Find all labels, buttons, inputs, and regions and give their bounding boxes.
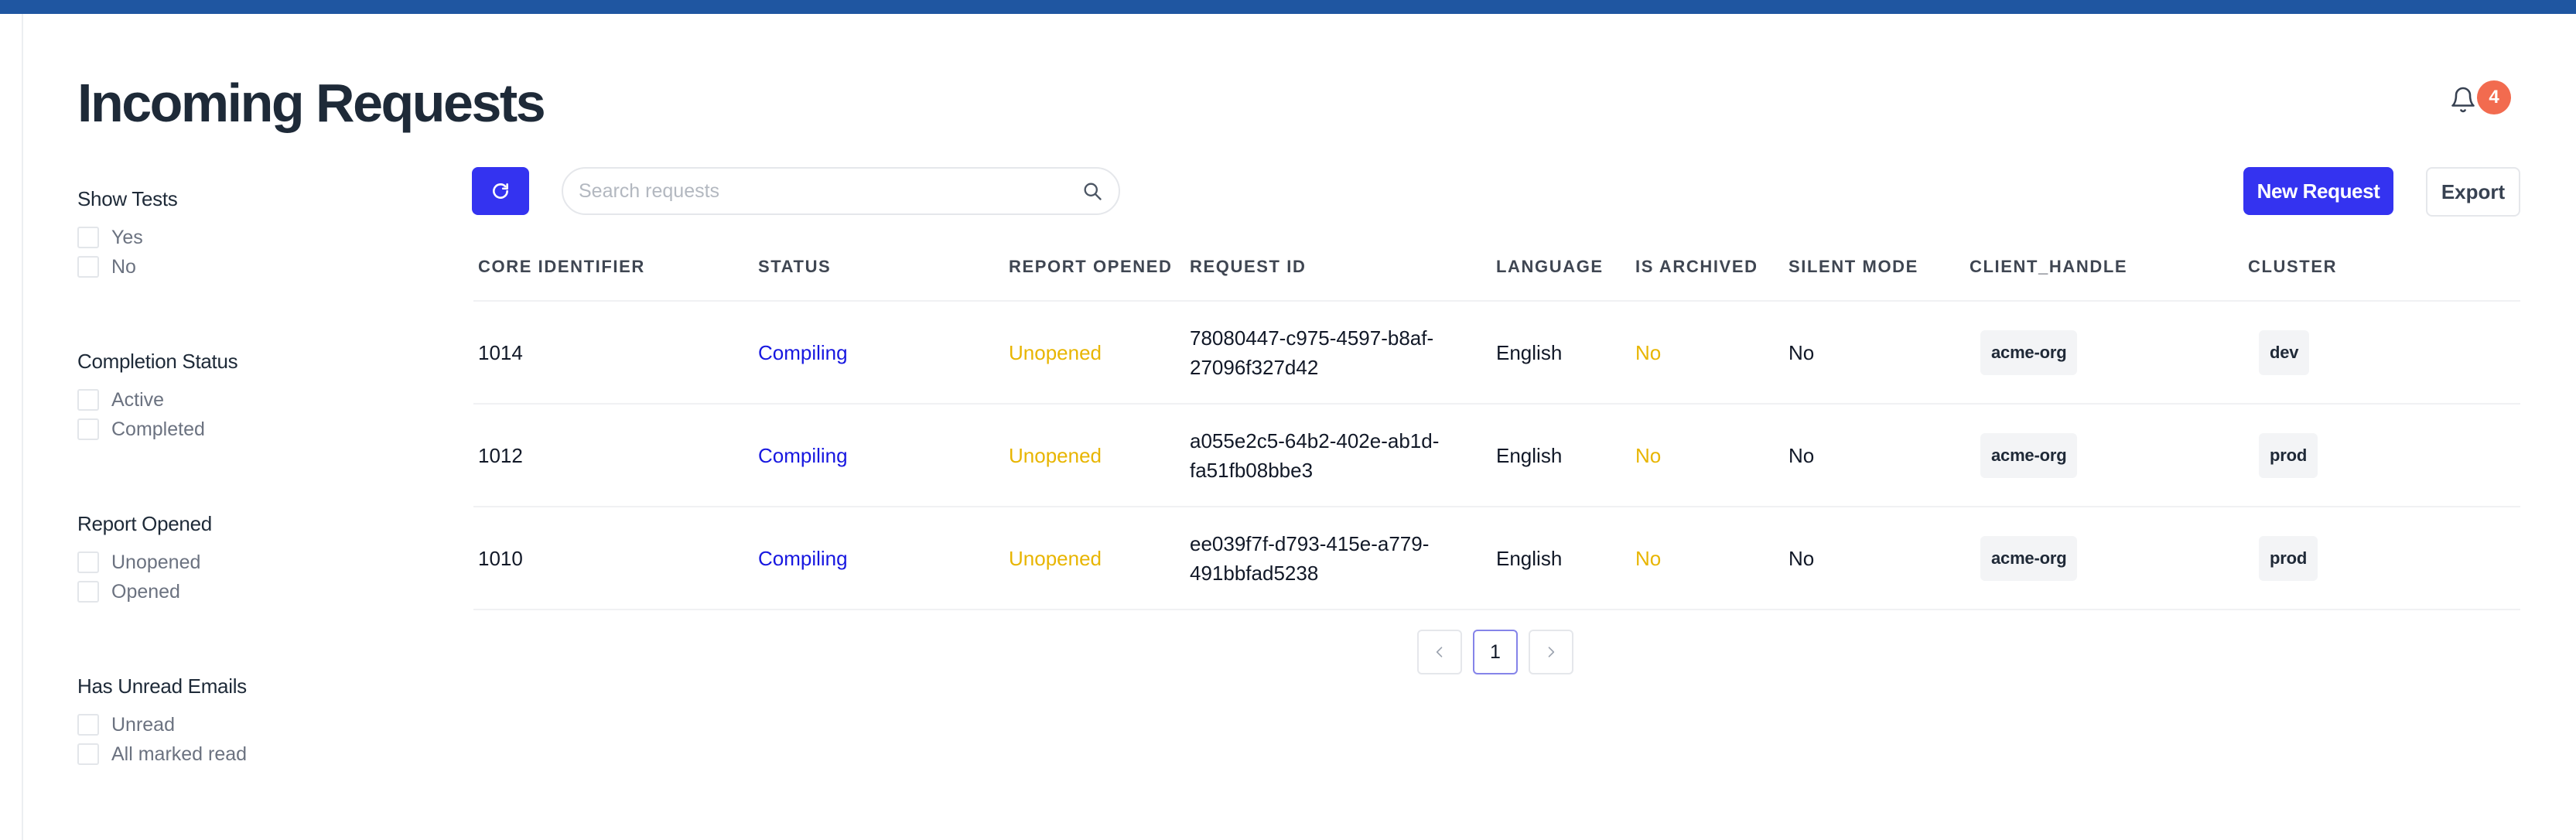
- cell-silent-mode: No: [1789, 546, 1815, 570]
- cell-language: English: [1496, 546, 1563, 570]
- refresh-icon: [493, 183, 508, 199]
- cell-request-id: 78080447-c975-4597-b8af-27096f327d42: [1190, 326, 1434, 379]
- cell-silent-mode: No: [1789, 340, 1815, 364]
- notification-count-badge: 4: [2477, 80, 2511, 114]
- cell-request-id: a055e2c5-64b2-402e-ab1d-fa51fb08bbe3: [1190, 429, 1440, 482]
- cell-report-opened: Unopened: [1009, 546, 1102, 570]
- filter-option-label: Opened: [111, 580, 180, 603]
- search-box: [562, 167, 1120, 215]
- filter-show-tests: Show Tests Yes No: [77, 186, 402, 282]
- filter-option-label: Unread: [111, 713, 175, 736]
- column-header-request-id[interactable]: REQUEST ID: [1190, 257, 1306, 277]
- checkbox[interactable]: [77, 389, 99, 411]
- filter-completion-status: Completion Status Active Completed: [77, 348, 402, 444]
- filter-title: Report Opened: [77, 512, 212, 535]
- column-header-status[interactable]: STATUS: [758, 257, 831, 277]
- cluster-tag: dev: [2259, 330, 2310, 375]
- requests-table: CORE IDENTIFIER STATUS REPORT OPENED REQ…: [473, 246, 2520, 610]
- filter-option-no[interactable]: No: [77, 252, 402, 282]
- chevron-left-icon: [1436, 647, 1443, 657]
- filter-option-active[interactable]: Active: [77, 385, 402, 415]
- page-title: Incoming Requests: [77, 73, 546, 133]
- checkbox[interactable]: [77, 714, 99, 736]
- next-page-button[interactable]: [1529, 630, 1573, 674]
- filter-report-opened: Report Opened Unopened Opened: [77, 510, 402, 606]
- filter-option-label: Active: [111, 388, 165, 411]
- filter-option-label: Yes: [111, 226, 143, 248]
- page-number-button[interactable]: 1: [1473, 630, 1518, 674]
- column-header-client-handle[interactable]: CLIENT_HANDLE: [1970, 257, 2127, 277]
- client-handle-tag: acme-org: [1980, 330, 2078, 375]
- left-border: [22, 14, 23, 840]
- cell-report-opened: Unopened: [1009, 443, 1102, 467]
- search-icon[interactable]: [1081, 180, 1103, 202]
- filter-has-unread-emails: Has Unread Emails Unread All marked read: [77, 673, 402, 769]
- notifications-button[interactable]: 4: [2449, 77, 2517, 121]
- cell-request-id: ee039f7f-d793-415e-a779-491bbfad5238: [1190, 531, 1430, 585]
- cell-language: English: [1496, 340, 1563, 364]
- filter-option-opened[interactable]: Opened: [77, 577, 402, 606]
- cell-is-archived: No: [1635, 340, 1662, 364]
- filter-option-label: No: [111, 255, 136, 278]
- filter-title: Has Unread Emails: [77, 674, 247, 698]
- filter-option-label: All marked read: [111, 743, 248, 765]
- cell-status: Compiling: [758, 546, 848, 570]
- table-row[interactable]: 1014 Compiling Unopened 78080447-c975-45…: [473, 302, 2520, 405]
- refresh-button[interactable]: [472, 167, 529, 215]
- filter-title: Completion Status: [77, 350, 238, 373]
- client-handle-tag: acme-org: [1980, 432, 2078, 478]
- filter-option-yes[interactable]: Yes: [77, 223, 402, 252]
- filter-title: Show Tests: [77, 187, 178, 210]
- previous-page-button[interactable]: [1417, 630, 1462, 674]
- search-input[interactable]: [579, 169, 1058, 213]
- column-header-is-archived[interactable]: IS ARCHIVED: [1635, 257, 1758, 277]
- cell-is-archived: No: [1635, 546, 1662, 570]
- cell-is-archived: No: [1635, 443, 1662, 467]
- bell-icon: [2451, 87, 2475, 113]
- cell-silent-mode: No: [1789, 443, 1815, 467]
- new-request-button[interactable]: New Request: [2243, 167, 2393, 215]
- checkbox[interactable]: [77, 418, 99, 440]
- filter-option-unopened[interactable]: Unopened: [77, 548, 402, 577]
- column-header-report-opened[interactable]: REPORT OPENED: [1009, 257, 1173, 277]
- checkbox[interactable]: [77, 581, 99, 603]
- filter-option-label: Completed: [111, 418, 205, 440]
- filter-option-unread[interactable]: Unread: [77, 710, 402, 739]
- column-header-silent-mode[interactable]: SILENT MODE: [1789, 257, 1918, 277]
- checkbox[interactable]: [77, 256, 99, 278]
- pagination: 1: [1417, 630, 1573, 674]
- cluster-tag: prod: [2259, 432, 2318, 478]
- cell-status: Compiling: [758, 443, 848, 467]
- checkbox[interactable]: [77, 743, 99, 765]
- cell-core-identifier: 1014: [478, 340, 523, 364]
- checkbox[interactable]: [77, 551, 99, 573]
- cell-core-identifier: 1012: [478, 443, 523, 467]
- cell-language: English: [1496, 443, 1563, 467]
- filter-option-label: Unopened: [111, 551, 201, 573]
- cell-status: Compiling: [758, 340, 848, 364]
- table-header: CORE IDENTIFIER STATUS REPORT OPENED REQ…: [473, 246, 2520, 302]
- checkbox[interactable]: [77, 227, 99, 248]
- cell-core-identifier: 1010: [478, 546, 523, 570]
- column-header-core-identifier[interactable]: CORE IDENTIFIER: [478, 257, 645, 277]
- filter-option-completed[interactable]: Completed: [77, 415, 402, 444]
- chevron-right-icon: [1548, 647, 1555, 657]
- table-row[interactable]: 1010 Compiling Unopened ee039f7f-d793-41…: [473, 507, 2520, 610]
- table-row[interactable]: 1012 Compiling Unopened a055e2c5-64b2-40…: [473, 405, 2520, 507]
- export-button[interactable]: Export: [2426, 167, 2520, 217]
- column-header-cluster[interactable]: CLUSTER: [2248, 257, 2337, 277]
- top-bar: [0, 0, 2576, 14]
- column-header-language[interactable]: LANGUAGE: [1496, 257, 1604, 277]
- client-handle-tag: acme-org: [1980, 535, 2078, 581]
- cell-report-opened: Unopened: [1009, 340, 1102, 364]
- filter-option-all-marked-read[interactable]: All marked read: [77, 739, 402, 769]
- cluster-tag: prod: [2259, 535, 2318, 581]
